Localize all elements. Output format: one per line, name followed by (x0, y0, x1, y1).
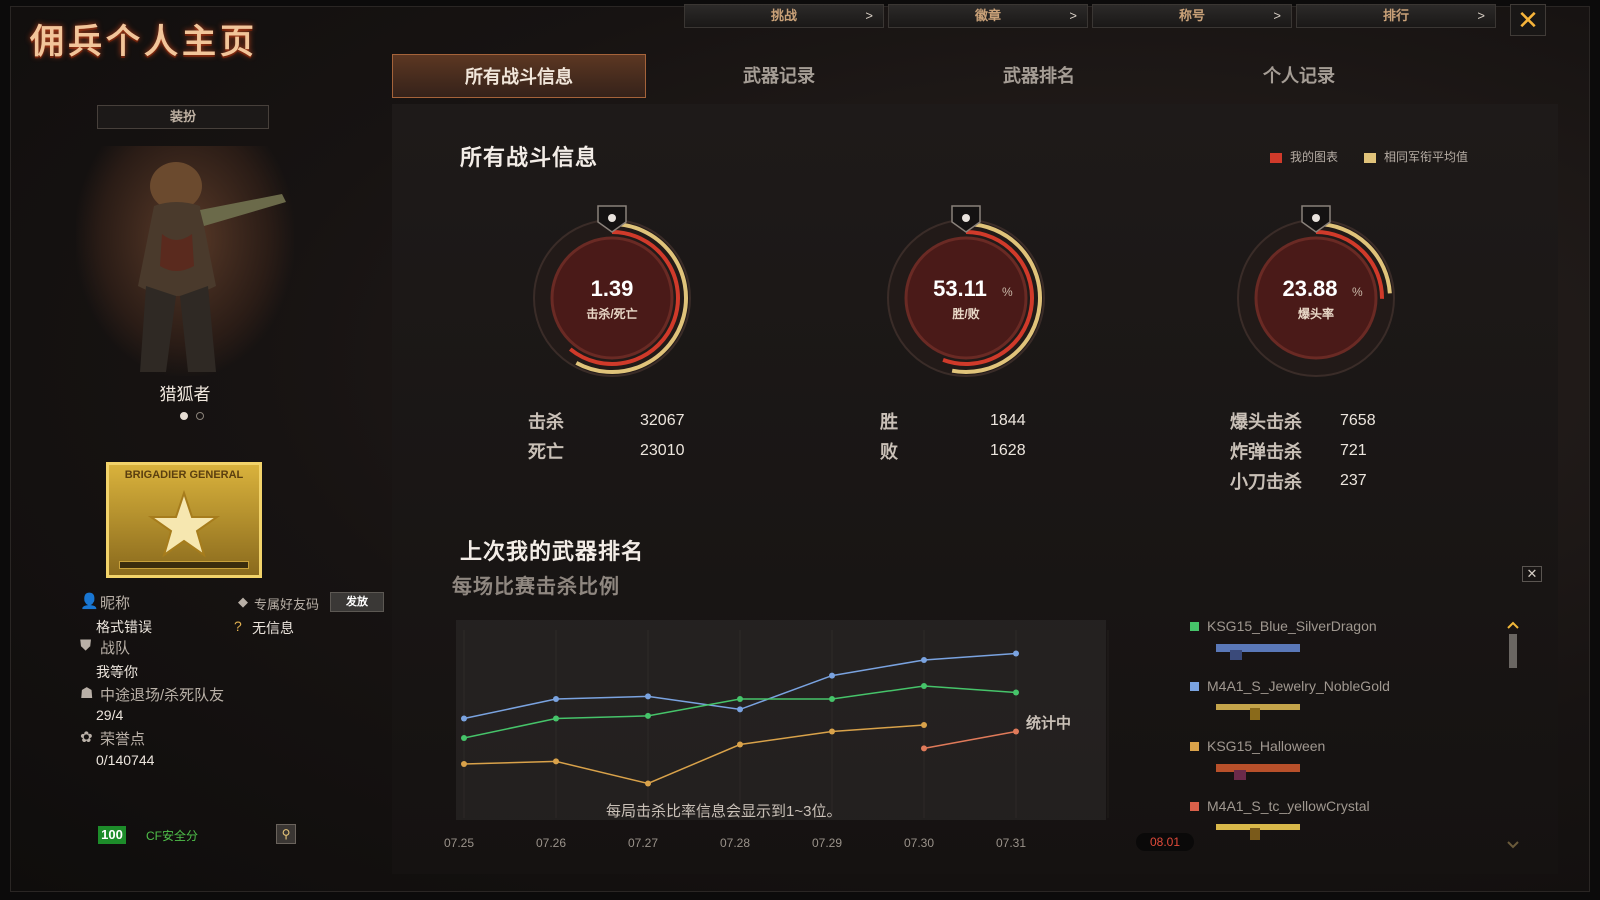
rank-badge: BRIGADIER GENERAL (106, 462, 262, 578)
carousel-dot[interactable] (196, 412, 204, 420)
rank-progress-bar (119, 561, 249, 569)
chevron-right-icon: > (1273, 8, 1281, 23)
chart-note: 每局击杀比率信息会显示到1~3位。 (606, 803, 842, 820)
legend-avg-label: 相同军衔平均值 (1384, 150, 1469, 164)
search-button[interactable]: ⚲ (276, 824, 296, 844)
shotgun-icon (1216, 644, 1300, 660)
nickname-label: 昵称 (100, 595, 131, 612)
carousel-dot-active[interactable] (180, 412, 188, 420)
scrollbar-track (1507, 621, 1519, 849)
nav-label: 挑战 (770, 8, 797, 23)
quit-label: 中途退场/杀死队友 (100, 687, 225, 704)
kills-value: 32067 (640, 412, 685, 429)
legend-swatch (1190, 622, 1199, 631)
weapon-item[interactable]: KSG15_Blue_SilverDragon (1190, 618, 1377, 634)
bomb-label: 炸弹击杀 (1230, 442, 1302, 462)
knife-value: 237 (1340, 472, 1367, 489)
top-nav: 挑战 > 徽章 > 称号 > 排行 > (684, 4, 1496, 28)
legend-swatch (1190, 742, 1199, 751)
losses-label: 败 (880, 442, 898, 462)
honor-icon: ✿ (80, 729, 93, 746)
nav-label: 称号 (1178, 8, 1205, 23)
rifle-crystal-icon (1216, 824, 1300, 840)
nav-badge[interactable]: 徽章 > (888, 4, 1088, 28)
section-title: 所有战斗信息 (460, 145, 599, 170)
tag-icon: ◆ (238, 594, 248, 609)
weapon-name: KSG15_Blue_SilverDragon (1207, 618, 1377, 634)
search-icon: ⚲ (281, 827, 291, 841)
legend-swatch (1190, 682, 1199, 691)
chevron-right-icon: > (865, 8, 873, 23)
team-label: 战队 (100, 640, 131, 657)
kills-label: 击杀 (528, 412, 564, 432)
tab-bar: 所有战斗信息 武器记录 武器排名 个人记录 (392, 54, 1432, 98)
tab-weapon-records[interactable]: 武器记录 (652, 54, 906, 98)
honor-label: 荣誉点 (100, 731, 146, 748)
rifle-icon (1216, 704, 1300, 720)
weapon-list-scrollbar[interactable] (1506, 620, 1519, 850)
headshot-label: 爆头击杀 (1230, 412, 1302, 432)
page-title: 佣兵个人主页 (30, 23, 258, 61)
character-portrait[interactable] (76, 146, 294, 376)
nav-ranking[interactable]: 排行 > (1296, 4, 1496, 28)
weapon-images (1216, 644, 1300, 840)
deaths-value: 23010 (640, 442, 685, 459)
team-icon: ⛊ (80, 637, 92, 654)
send-button[interactable]: 发放 (330, 592, 384, 612)
tab-weapon-ranking[interactable]: 武器排名 (912, 54, 1166, 98)
wins-label: 胜 (880, 412, 898, 432)
weapon-rank-subtitle: 每场比赛击杀比例 (452, 576, 620, 598)
carousel-dots (180, 412, 204, 420)
chart-status: 统计中 (1026, 715, 1072, 732)
losses-value: 1628 (990, 442, 1026, 459)
headshot-value: 7658 (1340, 412, 1376, 429)
chart-legend: 我的图表 相同军衔平均值 (1270, 148, 1468, 165)
chevron-right-icon: > (1477, 8, 1485, 23)
tab-all-battle-info[interactable]: 所有战斗信息 (392, 54, 646, 98)
x-tick-label: 07.30 (904, 836, 935, 850)
outfit-button[interactable]: 装扮 (97, 105, 269, 129)
running-man-icon: ☗ (80, 685, 94, 702)
nav-challenge[interactable]: 挑战 > (684, 4, 884, 28)
shotgun-halloween-icon (1216, 764, 1300, 780)
tab-personal-records[interactable]: 个人记录 (1172, 54, 1426, 98)
nickname-value: 格式错误 (96, 619, 152, 635)
weapon-rank-title: 上次我的武器排名 (460, 539, 645, 564)
question-icon: ? (234, 618, 242, 634)
x-tick-label: 07.29 (812, 836, 843, 850)
friend-code-value: 无信息 (252, 620, 294, 636)
friend-code-label: 专属好友码 (254, 597, 320, 612)
x-tick-label[interactable]: 08.01 (1136, 833, 1195, 851)
team-value: 我等你 (96, 664, 138, 680)
nav-label: 排行 (1382, 8, 1409, 23)
x-tick-label: 07.28 (720, 836, 751, 850)
quit-value: 29/4 (96, 707, 124, 723)
legend-avg: 相同军衔平均值 (1364, 148, 1468, 165)
x-tick-label: 07.31 (996, 836, 1027, 850)
user-icon: 👤 (80, 593, 99, 610)
legend-swatch (1190, 802, 1199, 811)
safety-score: 100 (98, 826, 126, 844)
panel-close-button[interactable]: ✕ (1522, 566, 1542, 582)
chart-area (456, 620, 1106, 820)
bomb-value: 721 (1340, 442, 1367, 459)
nav-title[interactable]: 称号 > (1092, 4, 1292, 28)
x-tick-label: 07.25 (444, 836, 475, 850)
x-tick-label: 07.27 (628, 836, 659, 850)
x-tick-label: 07.26 (536, 836, 567, 850)
knife-label: 小刀击杀 (1230, 472, 1302, 492)
soldier-figure-icon (138, 162, 286, 372)
nav-label: 徽章 (974, 8, 1001, 23)
legend-mine: 我的图表 (1270, 148, 1338, 165)
star-icon (147, 489, 221, 558)
safety-label: CF安全分 (146, 829, 198, 843)
close-button[interactable]: ✕ (1510, 4, 1546, 36)
deaths-label: 死亡 (528, 442, 564, 462)
legend-mine-label: 我的图表 (1290, 150, 1339, 164)
character-name: 猎狐者 (159, 385, 211, 404)
wins-value: 1844 (990, 412, 1026, 429)
honor-value: 0/140744 (96, 752, 155, 768)
chevron-right-icon: > (1069, 8, 1077, 23)
